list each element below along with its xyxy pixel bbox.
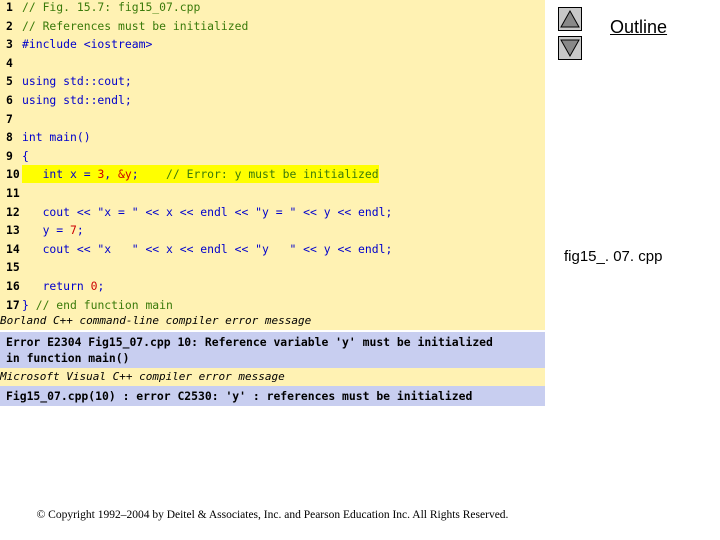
code-token: , [104, 167, 119, 182]
code-text: // References must be initialized [22, 17, 248, 35]
line-number: 6 [6, 93, 13, 107]
file-name-label: fig15_. 07. cpp [564, 248, 663, 265]
code-text: } // end function main [22, 296, 173, 314]
borland-error-label: Borland C++ command-line compiler error … [0, 312, 545, 330]
borland-error-message: Error E2304 Fig15_07.cpp 10: Reference v… [0, 332, 545, 368]
code-token: int main() [22, 130, 91, 145]
next-slide-button[interactable] [558, 36, 582, 60]
code-token: cout << "x = " << x << endl << "y = " <<… [22, 204, 393, 219]
triangle-up-icon [560, 9, 580, 28]
code-token: cout << "x " << x << endl << "y " << y <… [22, 241, 393, 256]
msvc-error-label: Microsoft Visual C++ compiler error mess… [0, 368, 545, 386]
code-token: } [22, 297, 36, 312]
code-token: ; [76, 223, 84, 238]
code-text: // Fig. 15.7: fig15_07.cpp [22, 0, 200, 16]
line-number: 10 [6, 167, 20, 182]
code-token: ; [97, 279, 105, 293]
previous-slide-button[interactable] [558, 7, 582, 31]
code-text: cout << "x " << x << endl << "y " << y <… [22, 240, 393, 258]
code-text: y = 7; [22, 221, 84, 239]
line-number: 5 [6, 74, 13, 89]
line-number: 11 [6, 186, 20, 200]
line-number: 15 [6, 260, 20, 275]
line-number: 14 [6, 241, 20, 256]
code-text: cout << "x = " << x << endl << "y = " <<… [22, 203, 393, 221]
line-number: 9 [6, 148, 13, 163]
line-number: 12 [6, 204, 20, 219]
code-token: int x = [22, 167, 98, 182]
msvc-error-message: Fig15_07.cpp(10) : error C2530: 'y' : re… [0, 386, 545, 406]
code-token: &y [118, 167, 132, 182]
code-text: using std::endl; [22, 91, 132, 109]
line-number: 2 [6, 18, 13, 33]
outline-link[interactable]: Outline [610, 17, 667, 38]
line-number: 13 [6, 223, 20, 238]
code-token: y = [22, 223, 71, 238]
copyright-footer: © Copyright 1992–2004 by Deitel & Associ… [36, 509, 509, 521]
code-listing: 1 // Fig. 15.7: fig15_07.cpp 2 // Reference… [0, 0, 545, 330]
line-number: 4 [6, 55, 13, 70]
line-number: 17 [6, 297, 20, 312]
code-token: return [22, 279, 91, 293]
code-token: // Fig. 15.7: fig15_07.cpp [22, 0, 201, 14]
code-token: 7 [70, 223, 77, 238]
code-token: ; [131, 167, 167, 182]
code-token: using std::endl; [22, 93, 132, 107]
code-token: using std::cout; [22, 74, 132, 89]
code-token: // Error: y must be initialized [166, 167, 379, 182]
code-text: #include <iostream> [22, 35, 152, 53]
triangle-down-icon [560, 39, 580, 58]
code-text: int x = 3, &y; // Error: y must be initi… [22, 165, 379, 184]
code-token: // References must be initialized [22, 18, 249, 33]
code-token: #include <iostream> [22, 37, 153, 52]
line-number: 16 [6, 279, 20, 293]
code-token: { [22, 148, 29, 163]
line-number: 8 [6, 130, 13, 145]
line-number: 1 [6, 0, 13, 14]
code-text: using std::cout; [22, 72, 132, 90]
line-number: 7 [6, 111, 13, 126]
code-text: return 0; [22, 277, 105, 295]
line-number: 3 [6, 37, 13, 52]
code-text: { [22, 147, 29, 165]
code-text: int main() [22, 128, 91, 146]
code-token: // end function main [35, 297, 173, 312]
